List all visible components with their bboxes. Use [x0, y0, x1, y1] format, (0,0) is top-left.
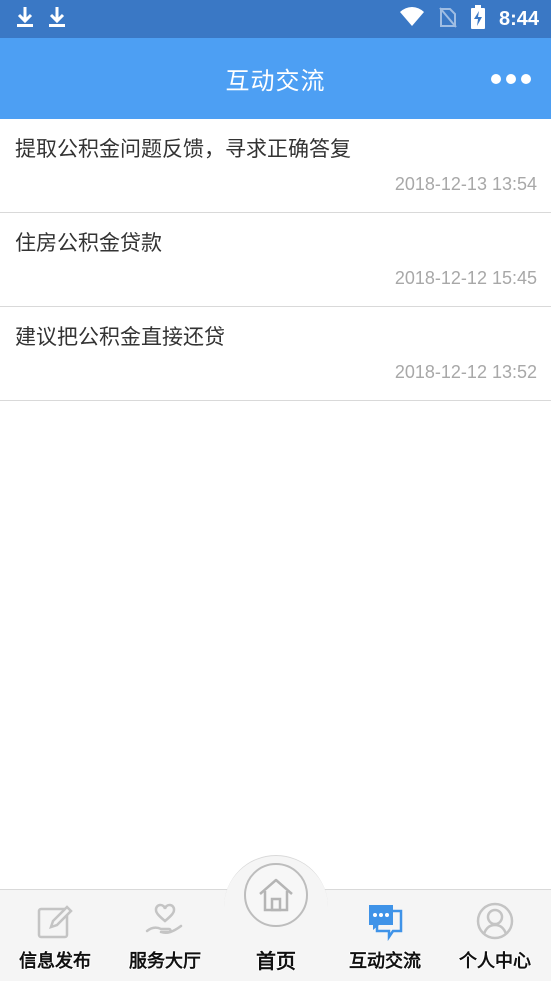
list-item[interactable]: 建议把公积金直接还贷 2018-12-12 13:52 [0, 307, 551, 401]
more-button[interactable] [491, 68, 531, 90]
list-item-title: 提取公积金问题反馈，寻求正确答复 [15, 137, 351, 161]
page-title: 互动交流 [225, 67, 326, 95]
user-icon [475, 901, 515, 941]
tab-label: 服务大厅 [129, 951, 201, 972]
list-item-title: 住房公积金贷款 [15, 231, 162, 255]
tab-label: 互动交流 [349, 951, 421, 972]
tab-service-hall[interactable]: 服务大厅 [110, 889, 220, 981]
status-left [16, 6, 66, 32]
chat-icon [365, 901, 405, 941]
hand-heart-icon [144, 901, 186, 941]
tab-label: 信息发布 [19, 951, 91, 972]
tab-info-publish[interactable]: 信息发布 [0, 889, 110, 981]
list-item-date: 2018-12-12 15:45 [394, 268, 537, 288]
tab-interaction[interactable]: 互动交流 [330, 889, 440, 981]
home-icon [244, 863, 308, 927]
list-item-title: 建议把公积金直接还贷 [15, 325, 225, 349]
edit-icon [35, 901, 75, 941]
wifi-icon [399, 7, 425, 31]
topic-list: 提取公积金问题反馈，寻求正确答复 2018-12-13 13:54 住房公积金贷… [0, 119, 551, 401]
download-icon [16, 6, 34, 32]
tab-personal-center[interactable]: 个人中心 [440, 889, 550, 981]
tab-label: 首页 [256, 949, 296, 973]
status-time: 8:44 [498, 7, 539, 30]
status-bar: 8:44 [0, 0, 551, 38]
more-dots-icon [491, 73, 531, 84]
no-sim-icon [439, 6, 457, 32]
list-item-date: 2018-12-13 13:54 [394, 174, 537, 194]
status-right: 8:44 [399, 5, 539, 33]
app-bar: 互动交流 [0, 38, 551, 119]
battery-charging-icon [470, 5, 485, 33]
download-icon [48, 6, 66, 32]
list-item[interactable]: 住房公积金贷款 2018-12-12 15:45 [0, 213, 551, 307]
list-item[interactable]: 提取公积金问题反馈，寻求正确答复 2018-12-13 13:54 [0, 119, 551, 213]
tab-home[interactable]: 首页 [224, 863, 328, 981]
tab-label: 个人中心 [459, 951, 531, 972]
list-item-date: 2018-12-12 13:52 [394, 362, 537, 382]
